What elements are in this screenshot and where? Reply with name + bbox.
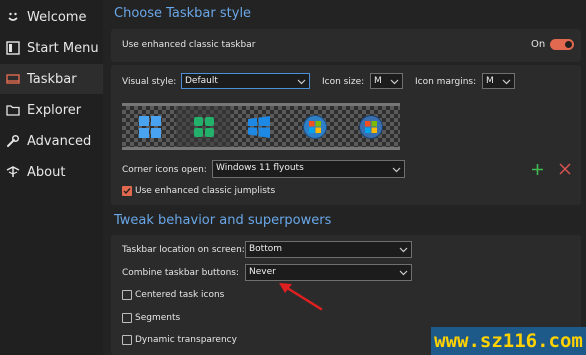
sidebar-item-label: Taskbar (27, 71, 77, 87)
centered-icons-label: Centered task icons (135, 290, 225, 300)
chevron-down-icon (392, 167, 401, 173)
chevron-down-icon (297, 79, 306, 85)
enhanced-taskbar-toggle[interactable] (550, 39, 574, 50)
jumplists-label: Use enhanced classic jumplists (135, 186, 276, 196)
icon-size-label: Icon size: (322, 77, 365, 87)
centered-icons-checkbox[interactable] (122, 290, 132, 300)
icon-size-value: M (374, 76, 382, 86)
smile-icon (5, 9, 21, 25)
sidebar-item-label: Explorer (27, 102, 82, 118)
sidebar-item-label: Start Menu (27, 40, 99, 56)
about-icon (5, 164, 21, 180)
sidebar-item-explorer[interactable]: Explorer (0, 95, 103, 125)
corner-icons-value: Windows 11 flyouts (216, 163, 304, 173)
sidebar-item-taskbar[interactable]: Taskbar (0, 64, 103, 94)
icon-margins-label: Icon margins: (415, 77, 477, 87)
dynamic-transparency-label: Dynamic transparency (135, 335, 237, 345)
combine-buttons-select[interactable]: Never (245, 264, 412, 281)
enhanced-taskbar-label: Use enhanced classic taskbar (122, 40, 256, 50)
remove-icon[interactable] (559, 163, 571, 175)
taskbar-location-select[interactable]: Bottom (245, 241, 412, 258)
segments-checkbox[interactable] (122, 313, 132, 323)
chevron-down-icon (399, 247, 408, 253)
dynamic-transparency-checkbox[interactable] (122, 335, 132, 345)
corner-icons-label: Corner icons open: (122, 165, 207, 175)
annotation-arrow-icon (279, 283, 323, 311)
add-icon[interactable] (531, 163, 544, 176)
combine-buttons-value: Never (249, 267, 276, 277)
sidebar-item-label: About (27, 164, 66, 180)
chevron-down-icon (502, 79, 511, 85)
icon-margins-value: M (486, 76, 494, 86)
taskbar-location-label: Taskbar location on screen: (122, 245, 245, 255)
taskbar-style-preview (122, 103, 400, 150)
wrench-icon (5, 133, 21, 149)
toggle-knob (565, 41, 572, 48)
chevron-down-icon (390, 79, 399, 85)
toggle-state-label: On (531, 39, 546, 50)
folder-icon (5, 102, 21, 118)
visual-style-select[interactable]: Default (181, 73, 310, 89)
icon-margins-select[interactable]: M (482, 73, 515, 89)
windows-7-orb-icon[interactable] (302, 114, 328, 140)
section-title-tweaks: Tweak behavior and superpowers (114, 213, 332, 228)
sidebar-item-start-menu[interactable]: Start Menu (0, 33, 103, 63)
sidebar: Welcome Start Menu Taskbar Explorer Adva… (0, 0, 103, 355)
windows-10-logo-icon[interactable] (246, 114, 272, 140)
visual-style-value: Default (185, 76, 218, 86)
windows-11-logo-icon[interactable] (137, 114, 163, 140)
corner-icons-select[interactable]: Windows 11 flyouts (212, 160, 405, 178)
icon-size-select[interactable]: M (370, 73, 403, 89)
app-window: Welcome Start Menu Taskbar Explorer Adva… (0, 0, 586, 355)
visual-style-label: Visual style: (122, 77, 177, 87)
sidebar-item-label: Welcome (27, 9, 87, 25)
sidebar-item-about[interactable]: About (0, 157, 103, 187)
watermark: www.sz116.com (431, 327, 586, 355)
main-panel: Choose Taskbar style Use enhanced classi… (103, 0, 586, 355)
windows-green-logo-icon[interactable] (191, 114, 217, 140)
segments-label: Segments (135, 313, 181, 323)
chevron-down-icon (399, 270, 408, 276)
sidebar-item-advanced[interactable]: Advanced (0, 126, 103, 156)
sidebar-item-label: Advanced (27, 133, 92, 149)
taskbar-location-value: Bottom (249, 244, 283, 254)
windows-vista-orb-icon[interactable] (358, 114, 384, 140)
sidebar-item-welcome[interactable]: Welcome (0, 2, 103, 32)
section-title-taskbar-style: Choose Taskbar style (114, 6, 252, 21)
enhanced-taskbar-card: Use enhanced classic taskbar On (111, 29, 581, 62)
jumplists-checkbox[interactable] (122, 186, 132, 196)
checkmark-icon (123, 188, 131, 195)
start-menu-icon (5, 40, 21, 56)
combine-buttons-label: Combine taskbar buttons: (122, 268, 240, 278)
taskbar-icon (5, 71, 21, 87)
